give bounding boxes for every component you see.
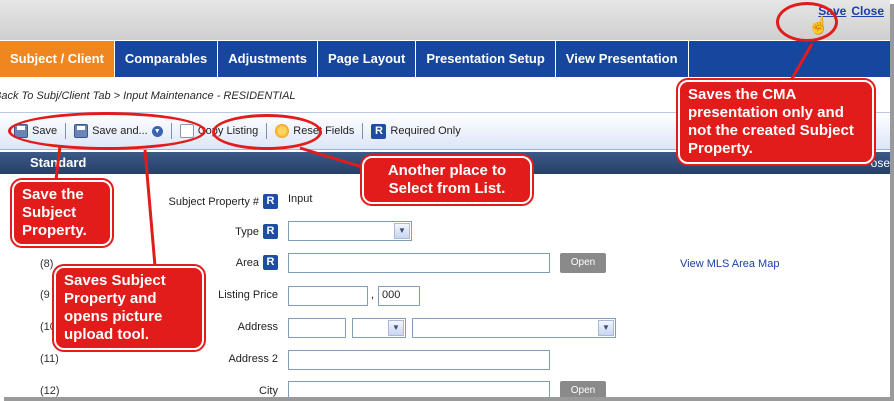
required-only-label: Required Only bbox=[390, 125, 461, 137]
tab-subject-client[interactable]: Subject / Client bbox=[0, 41, 115, 77]
floppy-disk-icon bbox=[74, 124, 89, 138]
callout-saves-subject-opens: Saves Subject Property and opens picture… bbox=[54, 266, 204, 350]
chevron-down-icon: ▼ bbox=[388, 320, 404, 336]
reset-fields-button[interactable]: Reset Fields bbox=[271, 124, 358, 138]
mls-area-map-link[interactable]: View MLS Area Map bbox=[680, 258, 779, 270]
tab-adjustments[interactable]: Adjustments bbox=[218, 41, 319, 77]
callout-save-subject: Save the Subject Property. bbox=[12, 180, 112, 246]
tab-comparables[interactable]: Comparables bbox=[115, 41, 219, 77]
area-label: Area R bbox=[236, 255, 278, 270]
save-label: Save bbox=[32, 125, 58, 137]
subject-property-label: Subject Property # R bbox=[169, 194, 278, 209]
chevron-down-icon[interactable]: ▼ bbox=[151, 125, 163, 137]
type-label: Type R bbox=[235, 224, 278, 239]
address2-input[interactable] bbox=[288, 350, 550, 370]
save-and-button[interactable]: Save and... ▼ bbox=[70, 124, 167, 138]
row-number: (8) bbox=[40, 258, 54, 270]
required-only-button[interactable]: R Required Only bbox=[367, 123, 464, 139]
toolbar-divider bbox=[266, 123, 268, 139]
subject-property-value: Input bbox=[288, 193, 313, 205]
area-open-button[interactable]: Open bbox=[560, 253, 606, 273]
toolbar-divider bbox=[65, 123, 67, 139]
required-badge-icon: R bbox=[263, 224, 278, 239]
callout-another-place: Another place to Select from List. bbox=[362, 156, 532, 204]
row-number: (9 bbox=[40, 289, 50, 301]
top-close-link[interactable]: Close bbox=[851, 4, 884, 18]
tab-presentation-setup[interactable]: Presentation Setup bbox=[416, 41, 556, 77]
street-name-select[interactable]: ▼ bbox=[412, 318, 616, 338]
price-separator: , bbox=[371, 289, 375, 301]
tab-page-layout[interactable]: Page Layout bbox=[318, 41, 417, 77]
address2-label: Address 2 bbox=[228, 353, 278, 365]
chevron-down-icon: ▼ bbox=[598, 320, 614, 336]
area-input[interactable] bbox=[288, 253, 550, 273]
reset-fields-label: Reset Fields bbox=[293, 125, 355, 137]
listing-price-thousands[interactable]: 000 bbox=[378, 286, 420, 306]
city-open-button[interactable]: Open bbox=[560, 381, 606, 397]
listing-price-label: Listing Price bbox=[218, 289, 278, 301]
top-bar: Save Close ☝ bbox=[0, 0, 890, 40]
tabs-filler bbox=[688, 41, 890, 77]
copy-listing-label: Copy Listing bbox=[197, 125, 259, 137]
breadcrumb[interactable]: Back To Subj/Client Tab > Input Maintena… bbox=[0, 90, 296, 102]
copy-icon bbox=[179, 124, 194, 138]
callout-save-cma: Saves the CMA presentation only and not … bbox=[678, 80, 874, 164]
copy-listing-button[interactable]: Copy Listing bbox=[176, 124, 263, 138]
save-and-label: Save and... bbox=[92, 125, 148, 137]
required-badge-icon: R bbox=[263, 194, 278, 209]
row-number: (11) bbox=[40, 353, 59, 365]
row-number: (12) bbox=[40, 385, 60, 397]
main-tabs: Subject / Client Comparables Adjustments… bbox=[0, 41, 890, 77]
city-input[interactable] bbox=[288, 381, 550, 397]
listing-price-input[interactable] bbox=[288, 286, 368, 306]
required-badge-icon: R bbox=[263, 255, 278, 270]
reset-icon bbox=[275, 124, 290, 138]
street-direction-select[interactable]: ▼ bbox=[352, 318, 406, 338]
street-number-input[interactable] bbox=[288, 318, 346, 338]
required-badge-icon: R bbox=[371, 123, 387, 139]
chevron-down-icon: ▼ bbox=[394, 223, 410, 239]
type-select[interactable]: ▼ bbox=[288, 221, 412, 241]
floppy-disk-icon bbox=[14, 124, 28, 138]
city-label: City bbox=[259, 385, 278, 397]
toolbar-divider bbox=[362, 123, 364, 139]
save-button[interactable]: Save bbox=[10, 124, 61, 138]
toolbar-divider bbox=[170, 123, 172, 139]
tab-view-presentation[interactable]: View Presentation bbox=[556, 41, 689, 77]
section-title: Standard bbox=[30, 155, 87, 170]
hand-cursor-icon: ☝ bbox=[808, 16, 830, 35]
address-label: Address bbox=[237, 321, 278, 333]
